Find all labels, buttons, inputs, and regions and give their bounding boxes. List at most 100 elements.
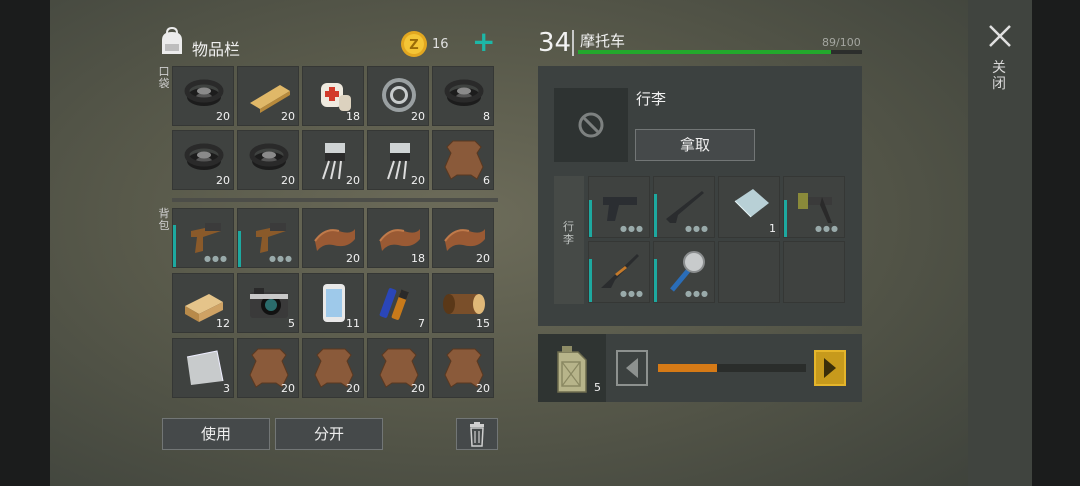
take-button[interactable]: 拿取 [635,129,755,161]
trunk-slot[interactable]: 1 [718,176,780,238]
item-qty: 5 [288,317,295,330]
game-screen: 物品栏 Z 16 + 口袋 背包 20 20 18 20 8 20 20 20 20 6 ●●● ●… [0,0,1080,486]
trunk-slot[interactable]: ●●● [783,176,845,238]
item-qty: 20 [281,174,295,187]
quality-dots: ●●● [204,254,228,263]
vehicle-name: 摩托车 [580,32,626,50]
trunk-slot[interactable] [718,241,780,303]
durability-bar [784,199,787,237]
item-qty: 20 [216,174,230,187]
backpack-slot[interactable]: 5 [237,273,299,333]
item-qty: 6 [483,174,490,187]
pocket-slot[interactable]: 20 [237,66,299,126]
trunk-slot[interactable]: ●●● [653,241,715,303]
trunk-title: 行李 [636,90,667,108]
close-label[interactable]: 关闭 [992,60,1006,92]
pistol-icon [603,197,637,221]
split-button[interactable]: 分开 [275,418,383,450]
trash-icon [470,422,484,447]
trunk-slot[interactable] [783,241,845,303]
flare-gun-icon [191,223,221,253]
item-qty: 11 [346,317,360,330]
trunk-slots-label: 行李 [563,220,574,246]
trash-button[interactable] [456,418,498,450]
vehicle-hp-text: 89/100 [822,36,861,49]
pocket-slot[interactable]: 20 [172,66,234,126]
metal-plate-icon [186,350,224,385]
pocket-slot[interactable]: 20 [237,130,299,190]
backpack-slot[interactable]: 20 [432,208,494,268]
pocket-label: 口袋 [158,65,170,90]
decrease-arrow-icon[interactable] [616,350,648,386]
pocket-slot[interactable]: 20 [302,130,364,190]
use-button[interactable]: 使用 [162,418,270,450]
durability-bar [589,199,592,237]
crossbow-icon [798,193,832,223]
quality-dots: ●●● [815,224,839,233]
backpack-slot[interactable]: 15 [432,273,494,333]
backpack-slot[interactable]: ●●● [237,208,299,268]
trunk-slot[interactable]: ●●● [588,176,650,238]
add-coins-button[interactable]: + [472,28,495,56]
trunk-slot[interactable]: ●●● [588,241,650,303]
item-qty: 3 [223,382,230,395]
item-qty: 20 [346,174,360,187]
item-qty: 18 [411,252,425,265]
item-qty: 20 [411,174,425,187]
pocket-slot[interactable]: 20 [367,130,429,190]
rifle-icon [666,191,704,223]
pocket-slot[interactable]: 6 [432,130,494,190]
backpack-slot[interactable]: 20 [432,338,494,398]
increase-arrow-icon[interactable] [814,350,846,386]
trunk-preview [554,88,628,162]
trunk-slot[interactable]: ●●● [653,176,715,238]
inventory-title: 物品栏 [192,40,241,59]
quality-dots: ●●● [620,224,644,233]
durability-bar [654,193,657,237]
shotgun-icon [601,254,639,288]
backpack-label: 背包 [158,207,170,232]
fuel-slider[interactable] [658,364,806,372]
coin-count: 16 [432,37,449,52]
durability-bar [173,225,176,267]
fuel-slider-fill [658,364,718,372]
durability-bar [654,258,657,302]
svg-text:Z: Z [409,38,418,53]
vehicle-hp-fill [578,50,831,54]
backpack-slot[interactable]: 20 [367,338,429,398]
backpack-slot[interactable]: 20 [302,208,364,268]
item-qty: 20 [476,252,490,265]
backpack-slot[interactable]: 20 [302,338,364,398]
item-qty: 20 [216,110,230,123]
item-qty: 12 [216,317,230,330]
vehicle-hp-bar [578,50,862,54]
backpack-slot[interactable]: 20 [237,338,299,398]
quality-dots: ●●● [685,289,709,298]
item-qty: 15 [476,317,490,330]
section-divider [172,198,498,202]
durability-bar [238,231,241,267]
saw-club-icon [670,251,705,292]
screen-edge-left [0,0,50,486]
item-qty: 20 [281,110,295,123]
backpack-icon [162,26,182,54]
pocket-slot[interactable]: 20 [367,66,429,126]
backpack-slot[interactable]: 18 [367,208,429,268]
coin-icon: Z [401,31,427,57]
pocket-slot[interactable]: 8 [432,66,494,126]
close-icon[interactable] [986,22,1014,50]
backpack-slot[interactable]: 3 [172,338,234,398]
backpack-slot[interactable]: 12 [172,273,234,333]
backpack-slot[interactable]: ●●● [172,208,234,268]
tire-icon [444,79,484,106]
camera-icon [250,288,288,318]
pocket-slot[interactable]: 20 [172,130,234,190]
header-divider [572,30,574,56]
backpack-slot[interactable]: 11 [302,273,364,333]
vehicle-level: 34 [538,28,572,58]
backpack-slot[interactable]: 7 [367,273,429,333]
battery-icon [379,288,409,320]
item-qty: 1 [769,222,776,235]
pocket-slot[interactable]: 18 [302,66,364,126]
quality-dots: ●●● [685,224,709,233]
